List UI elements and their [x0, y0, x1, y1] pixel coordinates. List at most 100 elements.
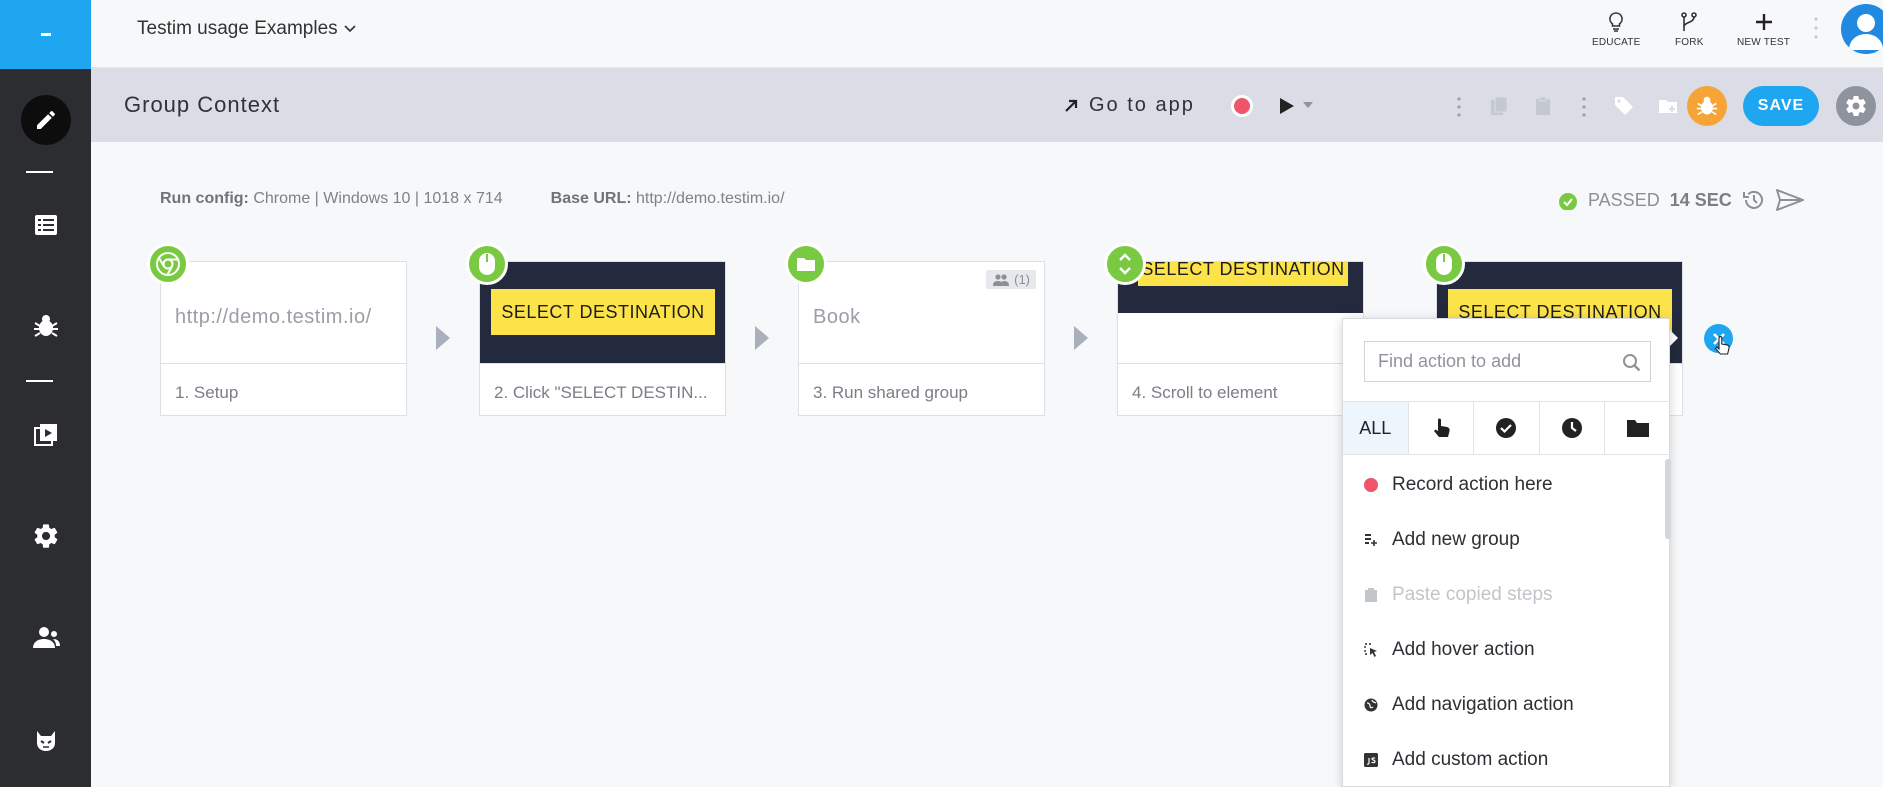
fork-button[interactable]: FORK — [1675, 12, 1704, 48]
educate-button[interactable]: EDUCATE — [1592, 12, 1640, 48]
rail-user-mascot[interactable] — [0, 711, 91, 771]
step-card[interactable]: SELECT DESTINATION 2. Click "SELECT DEST… — [479, 261, 726, 416]
educate-label: EDUCATE — [1592, 37, 1641, 48]
avatar[interactable] — [1841, 4, 1883, 54]
folder-icon — [1626, 418, 1650, 438]
tab-all[interactable]: ALL — [1343, 402, 1409, 454]
more-vertical-icon[interactable] — [1814, 16, 1818, 40]
rail-edit[interactable] — [0, 90, 91, 150]
shared-group-badge: (1) — [986, 270, 1036, 289]
step-thumbnail: SELECT DESTINATION — [1118, 262, 1363, 364]
step-thumbnail: Book (1) — [799, 262, 1044, 364]
shared-group-count: (1) — [1014, 272, 1030, 287]
add-group-button[interactable] — [1658, 95, 1680, 117]
bug-icon — [1696, 95, 1718, 117]
copy-steps-button[interactable] — [1488, 95, 1510, 117]
rail-team[interactable] — [0, 608, 91, 668]
add-hover-action-item[interactable]: Add hover action — [1363, 639, 1535, 661]
rail-divider — [26, 171, 53, 173]
tab-groups[interactable] — [1605, 402, 1670, 454]
team-icon — [31, 626, 61, 650]
clock-icon — [1561, 417, 1583, 439]
tab-interactions[interactable] — [1409, 402, 1475, 454]
history-icon[interactable] — [1742, 188, 1766, 212]
tag-icon — [1614, 96, 1634, 116]
step-arrow-icon — [436, 326, 450, 350]
play-options-dropdown[interactable] — [1301, 98, 1315, 112]
test-title[interactable]: Group Context — [124, 92, 280, 118]
send-icon[interactable] — [1775, 189, 1804, 211]
run-status: PASSED 14 SEC — [1558, 188, 1804, 212]
more-vertical-icon[interactable] — [1581, 96, 1587, 118]
step-label: 1. Setup — [175, 383, 239, 402]
play-button[interactable] — [1276, 95, 1298, 117]
tag-button[interactable] — [1613, 95, 1635, 117]
go-to-app-label: Go to app — [1089, 94, 1195, 116]
report-bug-button[interactable] — [1687, 86, 1727, 126]
rail-test-list[interactable] — [0, 195, 91, 255]
record-dot-icon — [1363, 478, 1379, 492]
add-navigation-action-item[interactable]: Add navigation action — [1363, 694, 1574, 716]
go-to-app-button[interactable]: Go to app — [1063, 94, 1195, 117]
hand-cursor-icon — [1714, 336, 1730, 358]
paste-steps-item: Paste copied steps — [1363, 584, 1553, 606]
step-arrow-icon — [1074, 326, 1088, 350]
copy-play-icon — [33, 423, 58, 447]
gear-icon — [32, 522, 60, 550]
base-url: Base URL: http://demo.testim.io/ — [551, 190, 785, 208]
mascot-icon — [34, 729, 58, 753]
js-icon — [1363, 753, 1379, 767]
step-card[interactable]: SELECT DESTINATION 4. Scroll to element — [1117, 261, 1364, 416]
record-action-item[interactable]: Record action here — [1363, 474, 1553, 496]
chrome-icon — [147, 243, 189, 285]
step-label: 2. Click "SELECT DESTIN... — [494, 383, 708, 402]
tab-validations[interactable] — [1474, 402, 1540, 454]
new-test-button[interactable]: NEW TEST — [1737, 12, 1790, 48]
tab-waits[interactable] — [1540, 402, 1606, 454]
record-button[interactable] — [1230, 94, 1254, 118]
test-settings-button[interactable] — [1836, 86, 1876, 126]
pencil-icon — [20, 95, 71, 145]
popup-scrollbar[interactable] — [1665, 459, 1671, 539]
chevron-down-icon — [344, 25, 356, 33]
folder-plus-icon — [1658, 97, 1680, 115]
project-selector[interactable]: Testim usage Examples — [137, 18, 356, 40]
clipboard-icon — [1363, 588, 1379, 602]
test-toolbar: Group Context Go to app SAVE — [91, 68, 1883, 142]
run-duration: 14 SEC — [1669, 189, 1732, 210]
new-test-label: NEW TEST — [1737, 37, 1791, 48]
action-search — [1364, 341, 1651, 382]
scroll-icon — [1104, 243, 1146, 285]
action-item-label: Add new group — [1392, 529, 1520, 550]
caret-down-icon — [1303, 102, 1313, 108]
search-icon[interactable] — [1622, 353, 1641, 372]
step-thumb-text: http://demo.testim.io/ — [175, 306, 372, 328]
run-config-label: Run config: — [160, 190, 249, 207]
add-custom-action-item[interactable]: Add custom action — [1363, 749, 1548, 771]
app-logo[interactable] — [0, 0, 91, 69]
action-item-label: Add hover action — [1392, 639, 1535, 660]
step-arrow-icon — [755, 326, 769, 350]
hover-icon — [1363, 643, 1379, 657]
step-card[interactable]: Book (1) 3. Run shared group — [798, 261, 1045, 416]
fork-icon — [1681, 12, 1698, 37]
copy-icon — [1490, 96, 1508, 116]
step-thumb-text: Book — [813, 306, 861, 328]
paste-steps-button[interactable] — [1532, 95, 1554, 117]
action-search-input[interactable] — [1378, 351, 1618, 372]
check-circle-icon — [1558, 190, 1578, 210]
rail-settings[interactable] — [0, 506, 91, 566]
rail-bugs[interactable] — [0, 296, 91, 356]
run-config-value: Chrome | Windows 10 | 1018 x 714 — [253, 190, 503, 207]
action-item-label: Paste copied steps — [1392, 584, 1553, 605]
step-card[interactable]: http://demo.testim.io/ 1. Setup — [160, 261, 407, 416]
left-nav-rail — [0, 0, 91, 787]
action-item-label: Add navigation action — [1392, 694, 1574, 715]
play-icon — [1279, 97, 1295, 115]
add-new-group-item[interactable]: Add new group — [1363, 529, 1520, 551]
users-icon — [992, 273, 1010, 286]
action-filter-tabs: ALL — [1343, 401, 1670, 455]
rail-suites[interactable] — [0, 405, 91, 465]
more-vertical-icon[interactable] — [1456, 96, 1462, 118]
save-button[interactable]: SAVE — [1743, 86, 1819, 126]
